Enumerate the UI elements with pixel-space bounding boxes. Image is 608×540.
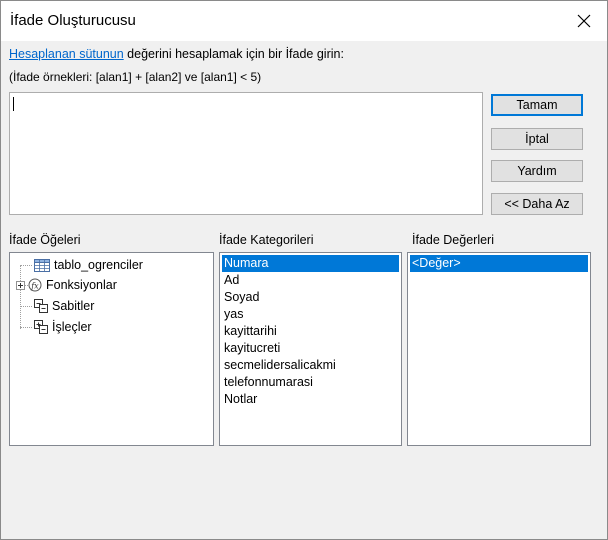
categories-list: Numara Ad Soyad yas kayittarihi kayitucreti se… bbox=[222, 255, 399, 408]
categories-label: İfade Kategorileri bbox=[219, 233, 314, 247]
svg-text:fx: fx bbox=[30, 282, 39, 291]
tree-item-label: tablo_ogrenciler bbox=[54, 258, 143, 272]
table-icon bbox=[34, 258, 50, 272]
help-button[interactable]: Yardım bbox=[491, 160, 583, 182]
elements-label: İfade Öğeleri bbox=[9, 233, 81, 247]
less-button[interactable]: << Daha Az bbox=[491, 193, 583, 215]
list-item[interactable]: Ad bbox=[222, 272, 399, 289]
list-item[interactable]: secmelidersalicakmi bbox=[222, 357, 399, 374]
expression-values-list[interactable]: <Değer> bbox=[407, 252, 591, 446]
values-list: <Değer> bbox=[410, 255, 588, 272]
calculated-column-link[interactable]: Hesaplanan sütunun bbox=[9, 47, 124, 61]
list-item[interactable]: Numara bbox=[222, 255, 399, 272]
list-item[interactable]: yas bbox=[222, 306, 399, 323]
tree-line bbox=[20, 265, 21, 329]
function-icon: fx bbox=[28, 278, 42, 292]
close-button[interactable] bbox=[561, 1, 607, 41]
text-caret bbox=[13, 97, 14, 111]
list-item[interactable]: telefonnumarasi bbox=[222, 374, 399, 391]
expression-input[interactable] bbox=[9, 92, 483, 215]
tree-item-label: Sabitler bbox=[52, 299, 95, 313]
window-title: İfade Oluşturucusu bbox=[10, 12, 136, 29]
instruction-text: Hesaplanan sütunun değerini hesaplamak i… bbox=[9, 47, 344, 61]
constants-icon bbox=[34, 299, 48, 313]
list-item[interactable]: Soyad bbox=[222, 289, 399, 306]
tree-item-functions[interactable]: fx Fonksiyonlar bbox=[16, 276, 117, 294]
expression-elements-tree[interactable]: tablo_ogrenciler fx Fonksiyonlar Sabitle… bbox=[9, 252, 214, 446]
expand-icon[interactable] bbox=[16, 280, 25, 290]
tree-line bbox=[20, 306, 32, 307]
expression-categories-list[interactable]: Numara Ad Soyad yas kayittarihi kayitucreti se… bbox=[219, 252, 402, 446]
close-icon bbox=[577, 14, 591, 28]
title-bar: İfade Oluşturucusu bbox=[1, 1, 607, 41]
expression-examples: (İfade örnekleri: [alan1] + [alan2] ve [… bbox=[9, 70, 262, 84]
list-item[interactable]: <Değer> bbox=[410, 255, 588, 272]
values-label: İfade Değerleri bbox=[412, 233, 494, 247]
tree-item-operators[interactable]: İşleçler bbox=[34, 318, 92, 336]
list-item[interactable]: Notlar bbox=[222, 391, 399, 408]
tree-line bbox=[20, 327, 32, 328]
tree-item-label: İşleçler bbox=[52, 320, 92, 334]
instruction-rest: değerini hesaplamak için bir İfade girin… bbox=[123, 47, 344, 61]
list-item[interactable]: kayitucreti bbox=[222, 340, 399, 357]
tree-item-constants[interactable]: Sabitler bbox=[34, 297, 94, 315]
expression-builder-dialog: İfade Oluşturucusu Hesaplanan sütunun de… bbox=[0, 0, 608, 540]
cancel-button[interactable]: İptal bbox=[491, 128, 583, 150]
operators-icon bbox=[34, 320, 48, 334]
ok-button[interactable]: Tamam bbox=[491, 94, 583, 116]
tree-line bbox=[20, 265, 32, 266]
tree-item-table[interactable]: tablo_ogrenciler bbox=[34, 256, 143, 274]
tree-item-label: Fonksiyonlar bbox=[46, 278, 117, 292]
list-item[interactable]: kayittarihi bbox=[222, 323, 399, 340]
